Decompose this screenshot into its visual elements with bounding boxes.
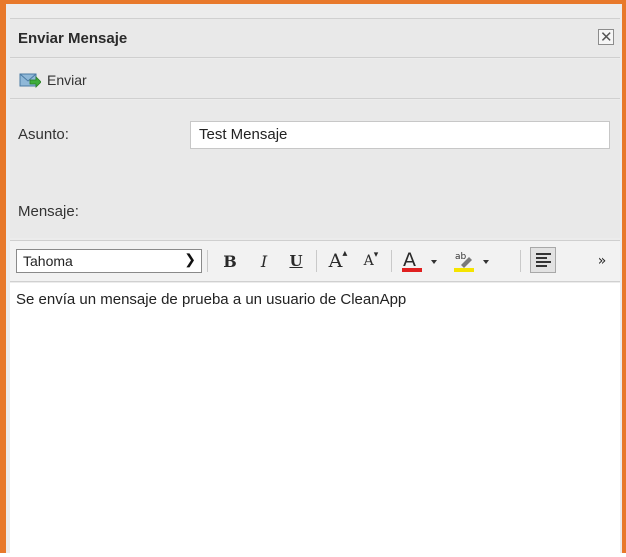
toolbar-separator — [207, 250, 208, 272]
send-button-label: Enviar — [47, 72, 87, 88]
more-options-button[interactable]: » — [594, 249, 610, 273]
align-left-button[interactable] — [530, 247, 556, 273]
dialog-toolbar: Enviar — [10, 59, 620, 99]
close-button[interactable]: ✕ — [598, 28, 614, 46]
font-family-select[interactable]: Tahoma ❯ — [16, 249, 202, 273]
editor-toolbar: Tahoma ❯ B I U A ▴ A ▾ A ab » — [10, 240, 620, 282]
font-color-button[interactable]: A — [401, 249, 443, 273]
bold-button[interactable]: B — [220, 249, 240, 273]
bold-icon: B — [223, 251, 237, 271]
font-color-icon: A — [402, 249, 437, 272]
message-body-text: Se envía un mensaje de prueba a un usuar… — [16, 291, 407, 308]
close-icon: ✕ — [600, 28, 613, 46]
subject-input[interactable]: Test Mensaje — [190, 121, 610, 149]
message-label: Mensaje: — [18, 203, 79, 220]
highlight-color-button[interactable]: ab — [453, 249, 495, 273]
shrink-arrow-icon: ▾ — [373, 250, 379, 260]
send-mail-icon — [19, 73, 41, 88]
grow-font-icon: A — [328, 250, 343, 272]
italic-button[interactable]: I — [254, 249, 274, 273]
subject-label: Asunto: — [18, 126, 69, 143]
italic-icon: I — [260, 251, 268, 271]
underline-button[interactable]: U — [286, 249, 306, 273]
chevron-down-icon: ❯ — [184, 251, 196, 267]
send-message-dialog: Enviar Mensaje ✕ Enviar Asunto: Test Men… — [0, 0, 626, 557]
svg-text:A: A — [403, 249, 416, 271]
shrink-font-icon: A — [363, 253, 374, 269]
toolbar-separator — [391, 250, 392, 272]
more-icon: » — [597, 253, 607, 269]
shrink-font-button[interactable]: A ▾ — [360, 249, 382, 273]
dialog-titlebar[interactable]: Enviar Mensaje ✕ — [10, 18, 620, 58]
message-editor[interactable]: Se envía un mensaje de prueba a un usuar… — [10, 283, 620, 557]
send-button[interactable]: Enviar — [19, 69, 87, 91]
grow-font-button[interactable]: A ▴ — [325, 247, 351, 273]
toolbar-separator — [316, 250, 317, 272]
font-family-value: Tahoma — [23, 253, 73, 269]
message-form: Asunto: Test Mensaje Mensaje: — [10, 100, 620, 238]
svg-text:ab: ab — [455, 252, 467, 262]
highlight-icon: ab — [454, 252, 489, 272]
underline-icon: U — [289, 252, 303, 270]
toolbar-separator — [520, 250, 521, 272]
dialog-title: Enviar Mensaje — [18, 30, 128, 47]
grow-arrow-icon: ▴ — [342, 247, 348, 259]
